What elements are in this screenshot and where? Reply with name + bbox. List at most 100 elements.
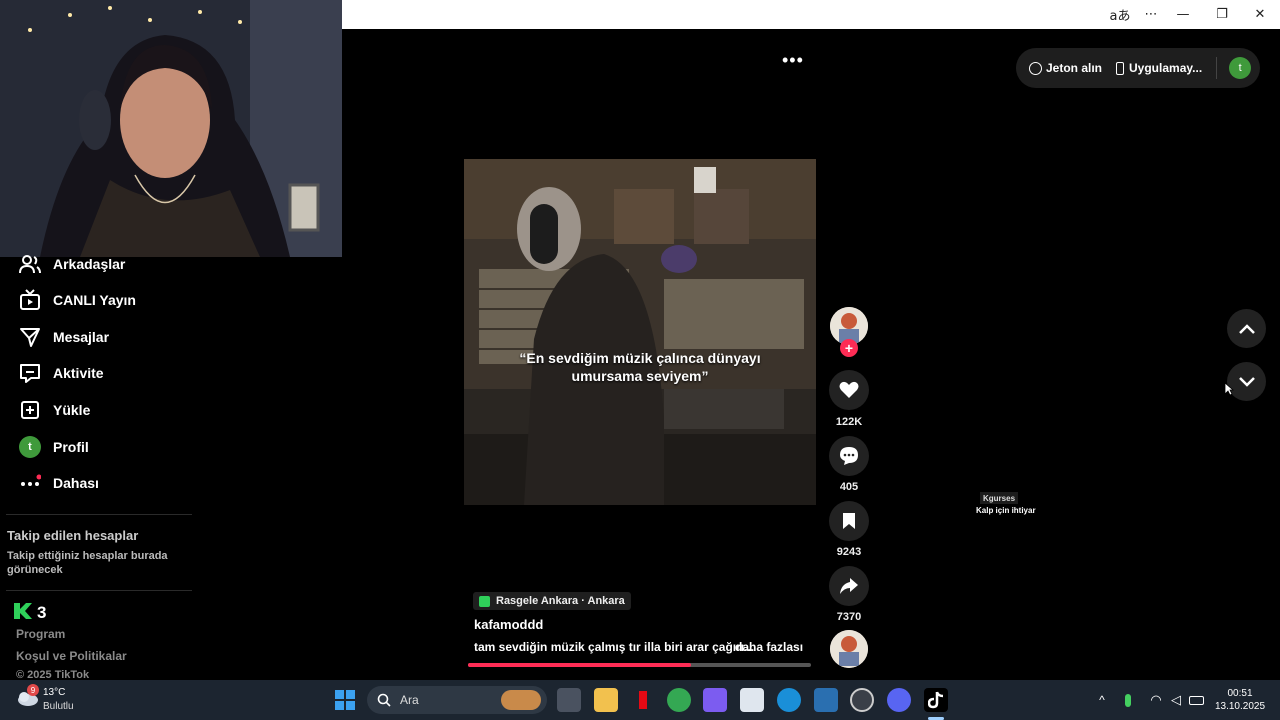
microphone-icon[interactable]	[1116, 688, 1140, 712]
location-tag[interactable]: Rasgele Ankara · Ankara	[473, 592, 631, 610]
comment-button[interactable]	[829, 436, 869, 476]
sidebar-item-messages[interactable]: Mesajlar	[18, 322, 188, 352]
comment-count: 405	[839, 481, 859, 493]
tiktok-icon[interactable]	[924, 688, 948, 712]
music-disc-image	[830, 630, 868, 668]
video-frame	[464, 159, 816, 505]
chevron-down-icon	[1238, 376, 1255, 387]
follow-plus-icon[interactable]: +	[840, 339, 858, 357]
share-button[interactable]	[829, 566, 869, 606]
comment-icon	[840, 447, 858, 465]
chevron-up-icon	[1238, 323, 1255, 334]
edge-icon[interactable]	[777, 688, 801, 712]
search-highlight-icon	[501, 690, 541, 710]
video-options-icon[interactable]: •••	[782, 50, 804, 71]
previous-video-button[interactable]	[1227, 309, 1266, 348]
activity-icon	[18, 361, 42, 385]
discord-icon[interactable]	[887, 688, 911, 712]
caption-line-2: umursama seviyem”	[571, 368, 709, 384]
save-count: 9243	[836, 546, 862, 558]
live-icon	[18, 288, 42, 312]
share-count: 7370	[836, 611, 862, 623]
footer-link-terms[interactable]: Koşul ve Politikalar	[16, 649, 127, 663]
webcam-image	[0, 0, 342, 257]
save-button[interactable]	[829, 501, 869, 541]
sidebar-item-activity[interactable]: Aktivite	[18, 358, 188, 388]
phone-icon	[1116, 61, 1125, 75]
weather-widget[interactable]: 9	[14, 684, 42, 714]
obs-icon[interactable]	[850, 688, 874, 712]
avatar-letter: t	[19, 436, 41, 458]
system-clock[interactable]: 00:51 13.10.2025	[1212, 687, 1268, 713]
sidebar-item-label: Mesajlar	[53, 329, 110, 345]
mouse-cursor-icon	[1224, 382, 1234, 396]
sidebar-item-upload[interactable]: Yükle	[18, 395, 188, 425]
weather-desc: Bulutlu	[43, 701, 74, 712]
get-app-button[interactable]: Uygulamay...	[1116, 61, 1202, 75]
following-title: Takip edilen hesaplar	[7, 528, 139, 543]
friends-icon	[18, 252, 42, 276]
tray-chevron-up-icon[interactable]: ^	[1090, 688, 1114, 712]
divider	[6, 514, 192, 515]
location-pin-icon	[479, 595, 490, 607]
taskbar-search[interactable]: Ara	[367, 686, 547, 714]
windows-taskbar: 9 13°C Bulutlu ^ ◠ ◁	[0, 680, 1280, 720]
windows-start-icon[interactable]	[333, 688, 357, 712]
footer-link-program[interactable]: Program	[16, 627, 65, 641]
chrome-icon[interactable]	[667, 688, 691, 712]
get-coins-button[interactable]: Jeton alın	[1029, 61, 1102, 75]
get-coins-label: Jeton alın	[1046, 61, 1103, 75]
profile-avatar: t	[18, 435, 42, 459]
video-progress-bar[interactable]	[468, 663, 811, 667]
svg-text:3: 3	[37, 603, 46, 621]
share-icon	[840, 578, 858, 594]
sidebar-item-label: CANLI Yayın	[53, 292, 136, 308]
weather-badge: 9	[27, 684, 39, 696]
read-more-link[interactable]: daha fazlası	[735, 640, 803, 654]
divider	[6, 590, 192, 591]
messages-icon	[18, 325, 42, 349]
sidebar-item-label: Aktivite	[53, 365, 104, 381]
following-subtitle: Takip ettiğiniz hesaplar burada görünece…	[7, 550, 168, 576]
user-avatar[interactable]: t	[1229, 57, 1252, 79]
location-label: Rasgele Ankara · Ankara	[496, 595, 625, 607]
video-progress-fill	[468, 663, 691, 667]
top-actions-bar: Jeton alın Uygulamay... t	[1016, 48, 1260, 88]
sidebar-item-label: Profil	[53, 439, 89, 455]
file-explorer-icon[interactable]	[594, 688, 618, 712]
like-count: 122K	[835, 416, 863, 428]
webcam-overlay	[0, 0, 342, 257]
video-caption-overlay: “En sevdiğim müzik çalınca dünyayı umurs…	[464, 349, 816, 385]
netflix-icon[interactable]	[631, 688, 655, 712]
separator	[1216, 57, 1218, 79]
video-player[interactable]: “En sevdiğim müzik çalınca dünyayı umurs…	[464, 159, 816, 505]
tiktok-effect-logo: 3	[14, 601, 50, 622]
caption-line-1: “En sevdiğim müzik çalınca dünyayı	[519, 350, 761, 366]
video-username[interactable]: kafamoddd	[474, 617, 543, 632]
minimize-button[interactable]: —	[1164, 0, 1202, 29]
sidebar-item-profile[interactable]: t Profil	[18, 432, 188, 462]
copilot-icon[interactable]	[703, 688, 727, 712]
store-icon[interactable]	[740, 688, 764, 712]
sidebar-item-label: Arkadaşlar	[53, 256, 126, 272]
music-disc-icon[interactable]	[830, 630, 868, 668]
sidebar-item-live[interactable]: CANLI Yayın	[18, 285, 188, 315]
more-icon	[18, 471, 42, 495]
clock-time: 00:51	[1227, 688, 1253, 699]
like-button[interactable]	[829, 370, 869, 410]
app-icon[interactable]	[814, 688, 838, 712]
search-icon	[377, 693, 391, 707]
heart-icon	[839, 381, 859, 398]
close-button[interactable]: ✕	[1241, 0, 1279, 29]
sidebar-item-friends[interactable]: Arkadaşlar	[18, 249, 188, 279]
music-tooltip-user: Kgurses	[980, 492, 1019, 504]
upload-icon	[18, 398, 42, 422]
task-view-icon[interactable]	[557, 688, 581, 712]
sidebar-item-more[interactable]: Dahası	[18, 468, 188, 498]
maximize-button[interactable]: ❐	[1203, 0, 1241, 29]
sidebar-item-label: Yükle	[53, 402, 91, 418]
clock-date: 13.10.2025	[1214, 701, 1266, 712]
battery-icon[interactable]	[1184, 688, 1208, 712]
sidebar: Arkadaşlar CANLI Yayın Mesajlar Aktivite…	[0, 255, 200, 681]
search-placeholder: Ara	[400, 693, 419, 707]
